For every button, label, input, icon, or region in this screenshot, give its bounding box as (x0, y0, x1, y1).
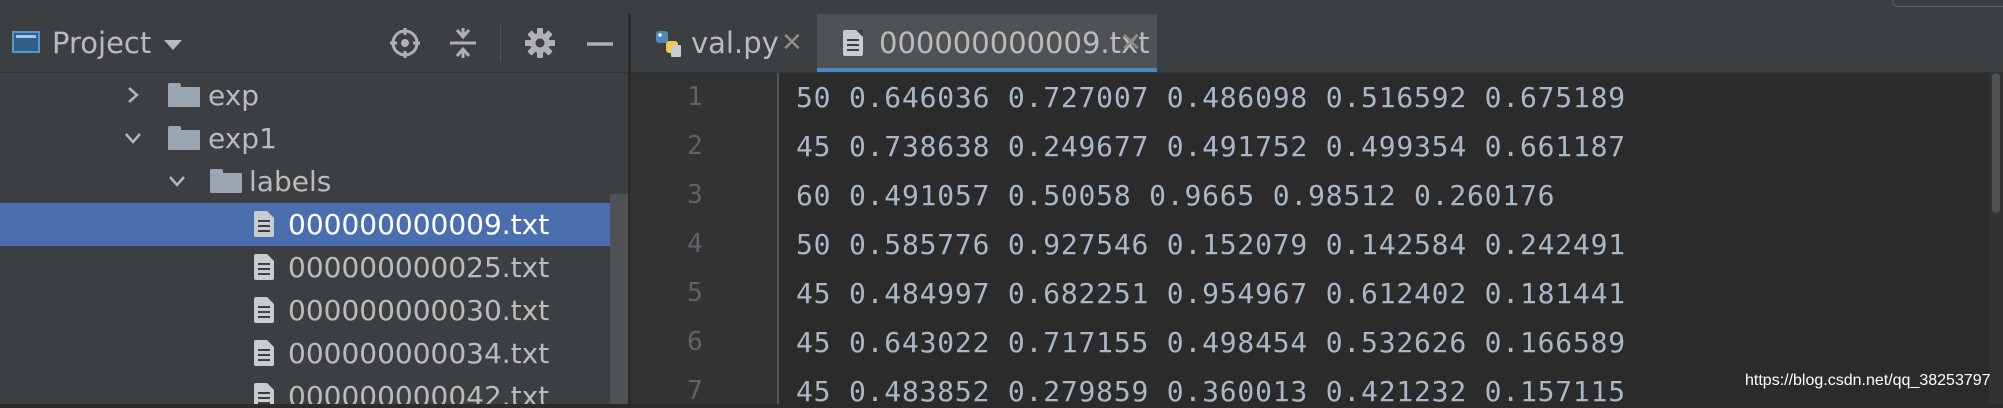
chevron-right-icon[interactable] (122, 84, 144, 106)
gear-icon[interactable] (523, 26, 557, 60)
chevron-down-icon[interactable] (122, 127, 144, 149)
line-number: 4 (687, 229, 703, 259)
tree-item-label: 000000000009.txt (288, 208, 550, 241)
code-line[interactable]: 45 0.738638 0.249677 0.491752 0.499354 0… (796, 130, 1626, 163)
text-file-icon (843, 30, 863, 56)
code-editor[interactable]: 1 50 0.646036 0.727007 0.486098 0.516592… (631, 73, 2003, 408)
code-line[interactable]: 50 0.585776 0.927546 0.152079 0.142584 0… (796, 228, 1626, 261)
line-number: 3 (687, 180, 703, 210)
tree-item-file-selected[interactable]: 000000000009.txt (0, 203, 610, 246)
editor-tab-bar: val.py ✕ 000000000009.txt ✕ (631, 14, 2003, 73)
code-line[interactable]: 45 0.484997 0.682251 0.954967 0.612402 0… (796, 277, 1626, 310)
tree-item-label: exp (208, 79, 260, 112)
folder-icon (168, 83, 200, 107)
tab-val-py[interactable]: val.py ✕ (631, 14, 816, 72)
project-panel-header: Project (0, 14, 628, 73)
close-icon[interactable]: ✕ (781, 28, 803, 58)
line-number: 5 (687, 278, 703, 308)
top-right-control (1892, 0, 2003, 7)
tree-scrollbar[interactable] (610, 194, 628, 404)
tree-item-label: 000000000042.txt (288, 380, 550, 404)
tree-item-label: exp1 (208, 122, 277, 155)
code-line[interactable]: 50 0.646036 0.727007 0.486098 0.516592 0… (796, 81, 1626, 114)
tab-000000000009-txt[interactable]: 000000000009.txt ✕ (817, 14, 1157, 72)
line-number: 6 (687, 327, 703, 357)
chevron-down-icon[interactable] (166, 170, 188, 192)
project-panel: Project exp exp1 labels 000000000009.txt (0, 14, 628, 404)
line-number: 1 (687, 82, 703, 112)
text-file-icon (254, 297, 274, 323)
close-icon[interactable]: ✕ (1120, 28, 1142, 58)
tree-item-file[interactable]: 000000000034.txt (0, 332, 610, 375)
project-window-icon (12, 31, 40, 53)
folder-icon (210, 169, 242, 193)
text-file-icon (254, 340, 274, 366)
chevron-down-icon[interactable] (164, 40, 182, 50)
text-file-icon (254, 254, 274, 280)
minimize-icon[interactable] (583, 26, 617, 60)
tree-item-label: labels (249, 165, 332, 198)
locate-icon[interactable] (388, 26, 422, 60)
window-top-strip (0, 0, 2003, 14)
watermark: https://blog.csdn.net/qq_38253797 (1745, 372, 1991, 389)
folder-icon (168, 126, 200, 150)
gutter-divider (777, 73, 779, 404)
code-line[interactable]: 60 0.491057 0.50058 0.9665 0.98512 0.260… (796, 179, 1555, 212)
line-number: 2 (687, 131, 703, 161)
tree-item-file[interactable]: 000000000042.txt (0, 375, 610, 404)
toolbar-separator (500, 24, 501, 62)
text-file-icon (254, 383, 274, 404)
code-line[interactable]: 45 0.483852 0.279859 0.360013 0.421232 0… (796, 375, 1626, 408)
line-number: 7 (687, 376, 703, 406)
tree-item-label: 000000000025.txt (288, 251, 550, 284)
tab-label: val.py (691, 26, 779, 60)
text-file-icon (254, 211, 274, 237)
code-line[interactable]: 45 0.643022 0.717155 0.498454 0.532626 0… (796, 326, 1626, 359)
tree-item-label: 000000000034.txt (288, 337, 550, 370)
tree-item-labels[interactable]: labels (0, 160, 610, 203)
tree-item-exp[interactable]: exp (0, 74, 610, 117)
tree-item-file[interactable]: 000000000030.txt (0, 289, 610, 332)
tree-item-file[interactable]: 000000000025.txt (0, 246, 610, 289)
tree-item-exp1[interactable]: exp1 (0, 117, 610, 160)
tree-item-label: 000000000030.txt (288, 294, 550, 327)
python-file-icon (653, 28, 683, 58)
tab-label: 000000000009.txt (879, 26, 1150, 60)
collapse-all-icon[interactable] (446, 26, 480, 60)
panel-title[interactable]: Project (52, 26, 151, 60)
editor-scrollbar[interactable] (1989, 73, 2003, 404)
